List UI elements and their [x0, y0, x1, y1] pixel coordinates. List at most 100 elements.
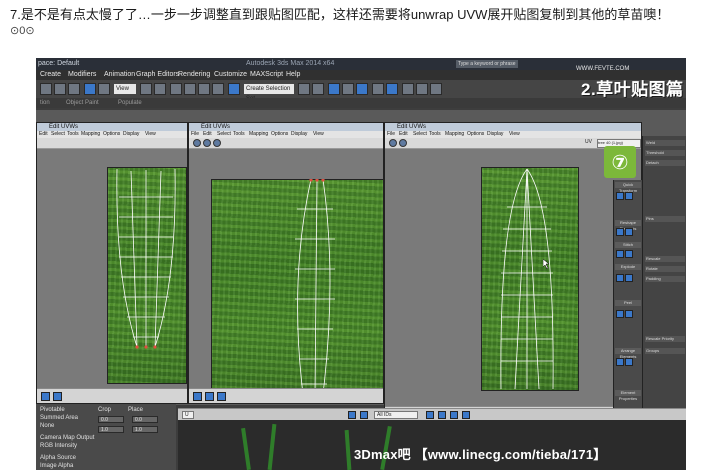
menu-customize[interactable]: Customize [214, 70, 247, 80]
uvw-select-face-icon[interactable] [217, 392, 226, 401]
prop-rgb-intensity[interactable]: RGB Intensity [40, 442, 77, 450]
ribbon-tab-object-paint[interactable]: Object Paint [66, 98, 99, 108]
crop-w-field[interactable]: 1.0 [98, 426, 124, 433]
coord-u-dropdown[interactable]: U [182, 411, 194, 419]
peel-icon[interactable] [616, 310, 624, 318]
uvw-rotate-icon[interactable] [399, 139, 407, 147]
selection-set-dropdown[interactable]: Create Selection Set [244, 84, 294, 102]
cp-item-groups[interactable]: Groups [645, 348, 685, 354]
uvw-select-vertex-icon[interactable] [193, 392, 202, 401]
align-icon[interactable] [312, 83, 324, 95]
layer-icon[interactable] [328, 83, 340, 95]
undo-icon[interactable] [40, 83, 52, 95]
rollout-quick-transform[interactable]: Quick Transform [615, 182, 641, 193]
uvw-menu-edit[interactable]: Edit [203, 131, 212, 138]
zoom-extents-icon[interactable] [462, 411, 470, 419]
uvw-canvas[interactable] [37, 149, 187, 389]
uvw-menu-select[interactable]: Select [51, 131, 65, 138]
search-input[interactable]: Type a keyword or phrase [456, 60, 518, 68]
stitch-icon[interactable] [616, 250, 624, 258]
named-selection-icon[interactable] [228, 83, 240, 95]
uvw-rotate-icon[interactable] [203, 139, 211, 147]
snap-icon[interactable] [170, 83, 182, 95]
workspace-label[interactable]: pace: Default [38, 58, 79, 70]
straighten-icon[interactable] [616, 228, 624, 236]
rollout-stitch[interactable]: Stitch [615, 242, 641, 248]
crop-v-field[interactable]: 0.0 [132, 416, 158, 423]
pivot-icon[interactable] [140, 83, 152, 95]
cp-item-padding[interactable]: Padding [645, 276, 685, 282]
uvw-menu-select[interactable]: Select [217, 131, 231, 138]
redo-icon[interactable] [54, 83, 66, 95]
rollout-explode[interactable]: Explode [615, 264, 641, 270]
stitch-target-icon[interactable] [625, 250, 633, 258]
align-horizontal-icon[interactable] [616, 192, 624, 200]
lock-icon[interactable] [348, 411, 356, 419]
zoom-region-icon[interactable] [450, 411, 458, 419]
align-vertical-icon[interactable] [625, 192, 633, 200]
select-icon[interactable] [84, 83, 96, 95]
render-setup-icon[interactable] [402, 83, 414, 95]
uvw-menu-display[interactable]: Display [487, 131, 503, 138]
uvw-menu-tools[interactable]: Tools [67, 131, 79, 138]
pack-icon[interactable] [616, 358, 624, 366]
uvw-menu-select[interactable]: Select [413, 131, 427, 138]
uvw-menu-display[interactable]: Display [123, 131, 139, 138]
graphite-icon[interactable] [342, 83, 354, 95]
uvw-move-icon[interactable] [193, 139, 201, 147]
angle-snap-icon[interactable] [184, 83, 196, 95]
uvw-menu-edit[interactable]: Edit [399, 131, 408, 138]
pan-icon[interactable] [426, 411, 434, 419]
zoom-icon[interactable] [438, 411, 446, 419]
relax-icon[interactable] [625, 228, 633, 236]
prop-none[interactable]: None [40, 422, 54, 430]
rollout-arrange-elements[interactable]: Arrange Elements [615, 348, 641, 359]
cp-item-detach[interactable]: Detach [645, 160, 685, 166]
uvw-select-edge-icon[interactable] [53, 392, 62, 401]
ribbon-tab-modeling[interactable]: tion [40, 98, 50, 108]
uv-mesh[interactable] [107, 167, 185, 382]
prop-place[interactable]: Place [128, 406, 143, 414]
uvw-scale-icon[interactable] [213, 139, 221, 147]
menu-maxscript[interactable]: MAXScript [250, 70, 283, 80]
break-icon[interactable] [625, 274, 633, 282]
mirror-icon[interactable] [298, 83, 310, 95]
filter-icon[interactable] [360, 411, 368, 419]
uvw-menu-view[interactable]: View [509, 131, 520, 138]
weld-icon[interactable] [616, 274, 624, 282]
move-icon[interactable] [98, 83, 110, 95]
prop-summed-area[interactable]: Summed Area [40, 414, 78, 422]
uvw-menu-mapping[interactable]: Mapping [249, 131, 268, 138]
ribbon-tab-populate[interactable]: Populate [118, 98, 142, 108]
cp-item-threshold[interactable]: Threshold [645, 150, 685, 156]
menu-help[interactable]: Help [286, 70, 300, 80]
rollout-peel[interactable]: Peel [615, 300, 641, 306]
uv-mesh[interactable] [481, 167, 577, 389]
uvw-menu-tools[interactable]: Tools [233, 131, 245, 138]
uvw-menu-view[interactable]: View [145, 131, 156, 138]
render-icon[interactable] [430, 83, 442, 95]
uvw-menu-options[interactable]: Options [103, 131, 120, 138]
uvw-menu-tools[interactable]: Tools [429, 131, 441, 138]
percent-snap-icon[interactable] [198, 83, 210, 95]
curve-editor-icon[interactable] [356, 83, 368, 95]
material-editor-icon[interactable] [386, 83, 398, 95]
crop-h-field[interactable]: 1.0 [132, 426, 158, 433]
prop-crop[interactable]: Crop [98, 406, 111, 414]
rollout-reshape-elements[interactable]: Reshape Elements [615, 220, 641, 231]
id-filter-dropdown[interactable]: All IDs [374, 411, 418, 419]
crop-u-field[interactable]: 0.0 [98, 416, 124, 423]
menu-modifiers[interactable]: Modifiers [68, 70, 96, 80]
uvw-canvas[interactable] [385, 149, 641, 407]
schematic-icon[interactable] [372, 83, 384, 95]
cp-item-rescale[interactable]: Rescale [645, 256, 685, 262]
menu-graph-editors[interactable]: Graph Editors [136, 70, 179, 80]
cp-item-rescale-priority[interactable]: Rescale Priority [645, 336, 685, 342]
uvw-canvas[interactable] [189, 149, 383, 396]
menu-create[interactable]: Create [40, 70, 61, 80]
pack-normalize-icon[interactable] [625, 358, 633, 366]
uvw-menu-edit[interactable]: Edit [39, 131, 48, 138]
uvw-move-icon[interactable] [389, 139, 397, 147]
rollout-element-properties[interactable]: Element Properties [615, 390, 641, 401]
menu-rendering[interactable]: Rendering [178, 70, 210, 80]
